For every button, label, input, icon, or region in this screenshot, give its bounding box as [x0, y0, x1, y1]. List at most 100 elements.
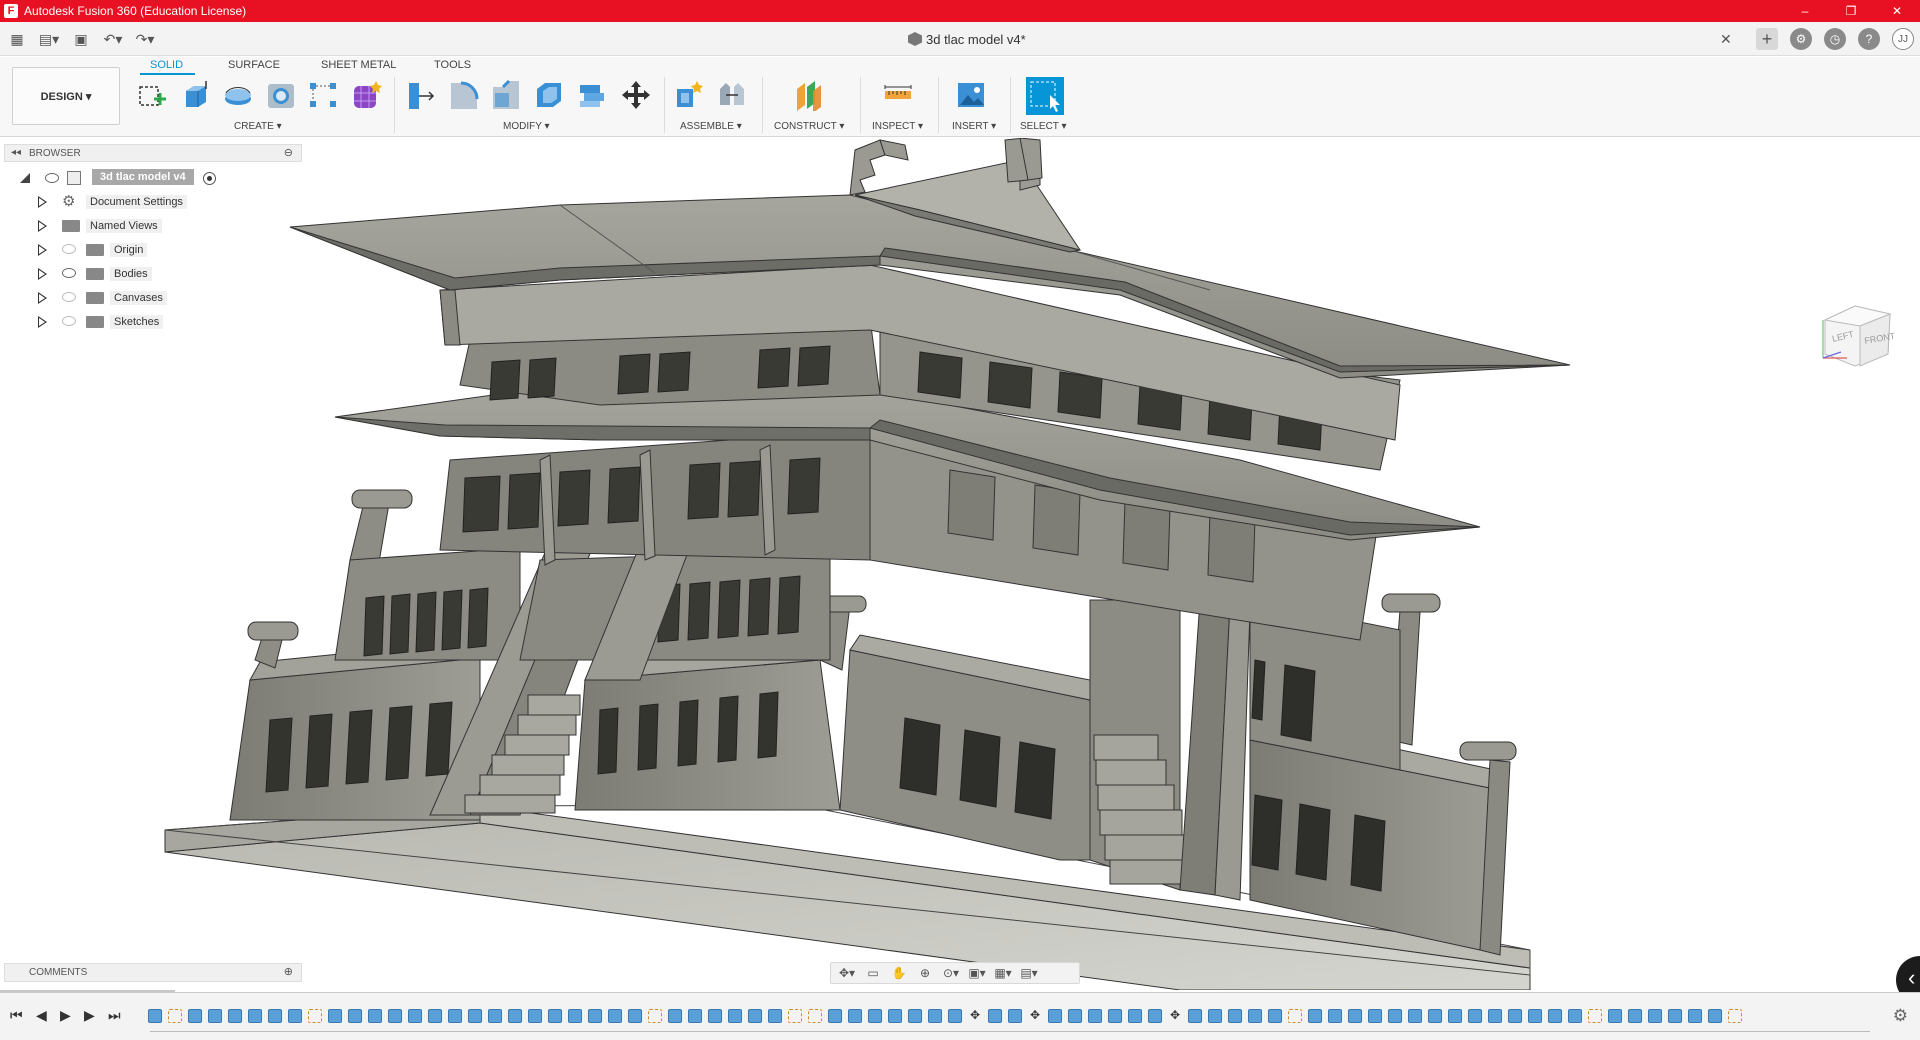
timeline-feature-icon[interactable] [268, 1009, 282, 1023]
timeline-track[interactable]: ✥ ✥ ✥ [148, 1006, 1874, 1026]
go-to-end-icon[interactable]: ⏭ [108, 1007, 121, 1024]
timeline-sketch-icon[interactable] [1588, 1009, 1602, 1023]
document-tab[interactable]: 3d tlac model v4* ✕ [880, 30, 1880, 50]
file-icon[interactable]: ▤▾ [38, 30, 60, 48]
timeline-feature-icon[interactable] [1348, 1009, 1362, 1023]
chamfer-icon[interactable] [490, 79, 522, 111]
hidden-eye-icon[interactable] [62, 316, 76, 326]
expand-triangle-icon[interactable] [38, 220, 47, 232]
timeline-feature-icon[interactable] [908, 1009, 922, 1023]
job-status-icon[interactable]: ◷ [1824, 28, 1846, 50]
timeline-move-icon[interactable]: ✥ [968, 1009, 982, 1023]
hidden-eye-icon[interactable] [62, 292, 76, 302]
timeline-feature-icon[interactable] [248, 1009, 262, 1023]
timeline-move-icon[interactable]: ✥ [1168, 1009, 1182, 1023]
create-menu[interactable]: CREATE ▾ [234, 121, 282, 132]
root-component-label[interactable]: 3d tlac model v4 [92, 169, 194, 185]
expand-triangle-icon[interactable] [38, 268, 47, 280]
timeline-feature-icon[interactable] [1568, 1009, 1582, 1023]
play-icon[interactable]: ▶ [60, 1007, 71, 1024]
create-sketch-icon[interactable] [136, 79, 168, 111]
timeline-feature-icon[interactable] [1248, 1009, 1262, 1023]
timeline-sketch-icon[interactable] [168, 1009, 182, 1023]
fillet-icon[interactable] [448, 79, 480, 111]
fit-icon[interactable]: ⊙▾ [941, 966, 961, 980]
timeline-sketch-icon[interactable] [1288, 1009, 1302, 1023]
timeline-feature-icon[interactable] [668, 1009, 682, 1023]
move-copy-icon[interactable] [620, 79, 652, 111]
timeline-feature-icon[interactable] [1528, 1009, 1542, 1023]
tree-item-bodies[interactable]: Bodies [0, 264, 300, 284]
timeline-feature-icon[interactable] [528, 1009, 542, 1023]
timeline-feature-icon[interactable] [1108, 1009, 1122, 1023]
timeline-feature-icon[interactable] [928, 1009, 942, 1023]
collapse-triangle-icon[interactable] [20, 173, 30, 183]
insert-image-icon[interactable] [955, 79, 987, 111]
expand-triangle-icon[interactable] [38, 292, 47, 304]
close-window-button[interactable]: ✕ [1874, 0, 1920, 22]
timeline-feature-icon[interactable] [628, 1009, 642, 1023]
timeline-feature-icon[interactable] [288, 1009, 302, 1023]
pin-browser-icon[interactable]: ⊖ [284, 146, 293, 159]
workspace-switcher[interactable]: DESIGN ▾ [12, 67, 120, 125]
create-form-icon[interactable] [350, 79, 382, 111]
tree-item-origin[interactable]: Origin [0, 240, 300, 260]
timeline-feature-icon[interactable] [848, 1009, 862, 1023]
help-icon[interactable]: ? [1858, 28, 1880, 50]
timeline-feature-icon[interactable] [768, 1009, 782, 1023]
timeline-feature-icon[interactable] [408, 1009, 422, 1023]
timeline-feature-icon[interactable] [1388, 1009, 1402, 1023]
timeline-feature-icon[interactable] [888, 1009, 902, 1023]
shell-icon[interactable] [533, 79, 565, 111]
timeline-feature-icon[interactable] [688, 1009, 702, 1023]
timeline-feature-icon[interactable] [368, 1009, 382, 1023]
timeline-sketch-icon[interactable] [308, 1009, 322, 1023]
measure-icon[interactable] [882, 79, 914, 111]
grid-icon[interactable]: ▦ [6, 30, 28, 48]
timeline-feature-icon[interactable] [1228, 1009, 1242, 1023]
user-avatar[interactable]: JJ [1892, 28, 1914, 50]
timeline-feature-icon[interactable] [948, 1009, 962, 1023]
timeline-feature-icon[interactable] [1688, 1009, 1702, 1023]
hidden-eye-icon[interactable] [62, 244, 76, 254]
tab-sheet-metal[interactable]: SHEET METAL [321, 59, 396, 71]
offset-plane-icon[interactable] [793, 79, 825, 111]
construct-menu[interactable]: CONSTRUCT ▾ [774, 121, 844, 132]
timeline-feature-icon[interactable] [988, 1009, 1002, 1023]
tree-item-canvases[interactable]: Canvases [0, 288, 300, 308]
expand-triangle-icon[interactable] [38, 244, 47, 256]
timeline-feature-icon[interactable] [1628, 1009, 1642, 1023]
grid-settings-icon[interactable]: ▦▾ [993, 966, 1013, 980]
timeline-feature-icon[interactable] [388, 1009, 402, 1023]
timeline-feature-icon[interactable] [1488, 1009, 1502, 1023]
combine-icon[interactable] [576, 79, 608, 111]
timeline-feature-icon[interactable] [508, 1009, 522, 1023]
step-back-icon[interactable]: ◀ [36, 1007, 47, 1024]
timeline-feature-icon[interactable] [1648, 1009, 1662, 1023]
timeline-feature-icon[interactable] [448, 1009, 462, 1023]
expand-triangle-icon[interactable] [38, 196, 47, 208]
timeline-feature-icon[interactable] [1468, 1009, 1482, 1023]
timeline-feature-icon[interactable] [348, 1009, 362, 1023]
step-forward-icon[interactable]: ▶ [84, 1007, 95, 1024]
timeline-settings-gear-icon[interactable]: ⚙ [1893, 1006, 1908, 1026]
timeline-feature-icon[interactable] [728, 1009, 742, 1023]
minimize-button[interactable]: – [1782, 0, 1828, 22]
timeline-feature-icon[interactable] [1188, 1009, 1202, 1023]
timeline-feature-icon[interactable] [1428, 1009, 1442, 1023]
tree-item-sketches[interactable]: Sketches [0, 312, 300, 332]
timeline-feature-icon[interactable] [1668, 1009, 1682, 1023]
look-at-icon[interactable]: ▭ [863, 966, 883, 980]
restore-button[interactable]: ❐ [1828, 0, 1874, 22]
revolve-icon[interactable] [222, 79, 254, 111]
press-pull-icon[interactable] [405, 79, 437, 111]
timeline-feature-icon[interactable] [1308, 1009, 1322, 1023]
redo-icon[interactable]: ↷▾ [134, 30, 156, 48]
joint-icon[interactable] [716, 79, 748, 111]
timeline-feature-icon[interactable] [1068, 1009, 1082, 1023]
timeline-feature-icon[interactable] [1088, 1009, 1102, 1023]
timeline-sketch-icon[interactable] [1728, 1009, 1742, 1023]
save-icon[interactable]: ▣ [70, 30, 92, 48]
timeline-feature-icon[interactable] [1548, 1009, 1562, 1023]
new-tab-icon[interactable]: + [1756, 28, 1778, 50]
